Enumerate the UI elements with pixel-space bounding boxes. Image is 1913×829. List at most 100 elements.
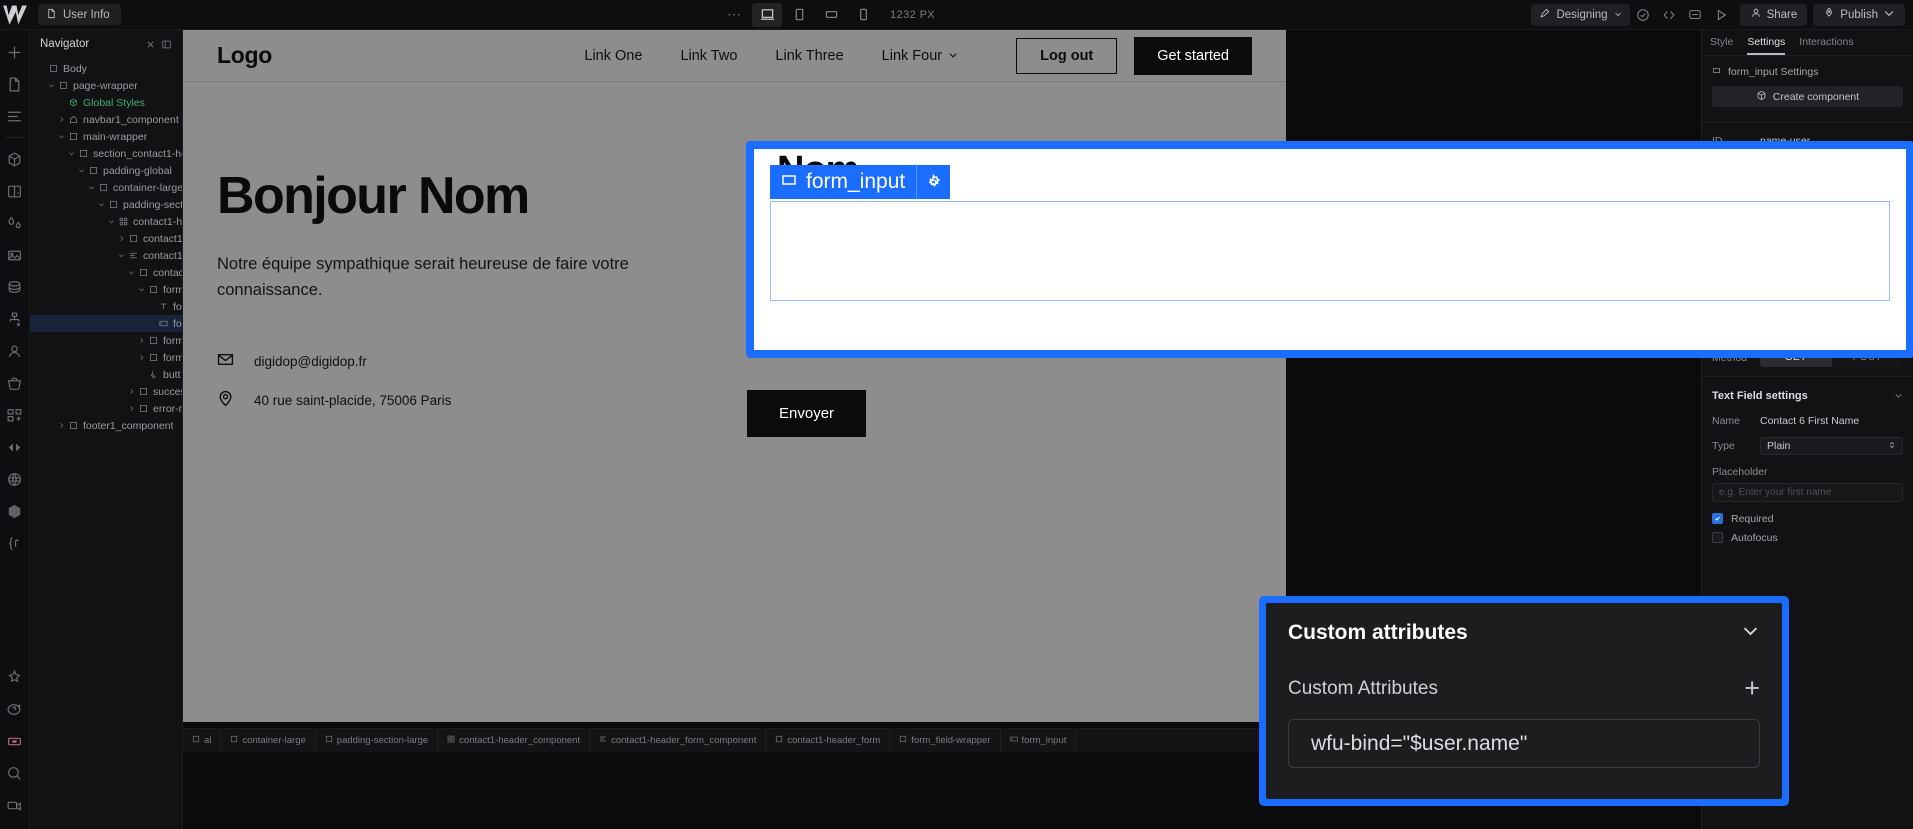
navigator-item-contact1-[interactable]: contact1- — [30, 247, 182, 264]
type-select[interactable]: Plain — [1760, 437, 1903, 455]
assets-icon[interactable] — [0, 239, 30, 271]
navigator-item-contact1-[interactable]: contact1- — [30, 230, 182, 247]
breakpoint-tablet[interactable] — [784, 3, 814, 27]
navigator-item-form[interactable]: form — [30, 349, 182, 366]
add-icon[interactable] — [0, 36, 30, 68]
logic-icon[interactable] — [0, 303, 30, 335]
chevron-down-icon[interactable] — [76, 165, 87, 176]
chevron-down-icon[interactable] — [56, 131, 67, 142]
webflow-logo-icon[interactable] — [0, 0, 38, 30]
navigator-item-page-wrapper[interactable]: page-wrapper — [30, 77, 182, 94]
navigator-item-body[interactable]: Body — [30, 60, 182, 77]
navigator-item-footer1-component[interactable]: footer1_component — [30, 417, 182, 434]
interactions-icon[interactable] — [0, 431, 30, 463]
users-icon[interactable] — [0, 335, 30, 367]
navigator-item-padding-sect[interactable]: padding-sect — [30, 196, 182, 213]
navigator-item-form[interactable]: form — [30, 281, 182, 298]
audit-check-icon[interactable] — [1630, 4, 1656, 26]
breadcrumb-item[interactable]: container-large — [221, 729, 316, 752]
breakpoint-mobile-portrait[interactable] — [848, 3, 878, 27]
localization-icon[interactable] — [0, 463, 30, 495]
site-logo[interactable]: Logo — [217, 42, 272, 69]
navigator-item-section-contact1-he[interactable]: section_contact1-he — [30, 145, 182, 162]
site-nav-link-2[interactable]: Link Two — [680, 48, 737, 64]
breakpoint-desktop[interactable] — [752, 2, 783, 27]
chevron-down-icon[interactable] — [66, 148, 77, 159]
navigator-item-main-wrapper[interactable]: main-wrapper — [30, 128, 182, 145]
variables-icon[interactable] — [0, 207, 30, 239]
tab-interactions[interactable]: Interactions — [1799, 36, 1853, 55]
library-icon[interactable] — [0, 495, 30, 527]
custom-attributes-header[interactable]: Custom attributes — [1288, 621, 1760, 645]
breakpoint-mobile-landscape[interactable] — [816, 3, 846, 27]
cms-icon[interactable] — [0, 271, 30, 303]
video-icon[interactable] — [0, 789, 30, 821]
custom-attribute-item[interactable]: wfu-bind="$user.name" — [1288, 719, 1760, 768]
navigator-item-navbar1-component[interactable]: navbar1_component — [30, 111, 182, 128]
required-checkbox-row[interactable]: Required — [1702, 509, 1913, 528]
share-button[interactable]: Share — [1739, 3, 1808, 26]
navigator-item-succes[interactable]: succes — [30, 383, 182, 400]
code-brace-icon[interactable] — [0, 527, 30, 559]
audit-search-icon[interactable] — [0, 757, 30, 789]
publish-button[interactable]: Publish — [1813, 3, 1905, 26]
chevron-down-icon[interactable] — [136, 284, 147, 295]
chevron-right-icon[interactable] — [116, 233, 127, 244]
chevron-right-icon[interactable] — [56, 420, 67, 431]
navigator-item-fo[interactable]: fo — [30, 298, 182, 315]
apps-icon[interactable] — [0, 399, 30, 431]
mode-selector[interactable]: Designing — [1531, 3, 1630, 26]
navigator-item-contact1-h[interactable]: contact1-h — [30, 213, 182, 230]
preview-play-icon[interactable] — [1708, 4, 1734, 26]
navigator-item-global-styles[interactable]: Global Styles — [30, 94, 182, 111]
navigator-item-fo[interactable]: fo — [30, 315, 182, 332]
navigator-item-padding-global[interactable]: padding-global — [30, 162, 182, 179]
autofocus-checkbox[interactable] — [1712, 532, 1723, 543]
comment-icon[interactable] — [1682, 4, 1708, 26]
required-checkbox[interactable] — [1712, 513, 1723, 524]
chevron-down-icon[interactable] — [46, 80, 57, 91]
chevron-right-icon[interactable] — [136, 335, 147, 346]
navigator-item-form[interactable]: form — [30, 332, 182, 349]
site-nav-link-1[interactable]: Link One — [584, 48, 642, 64]
page-tab-user-info[interactable]: User Info — [38, 4, 121, 25]
zoomed-name-input[interactable] — [770, 201, 1890, 301]
logout-button[interactable]: Log out — [1016, 37, 1118, 74]
breadcrumb-item[interactable]: padding-section-large — [316, 729, 439, 752]
breadcrumb-item[interactable]: contact1-header_form_component — [590, 729, 767, 752]
gear-icon[interactable] — [916, 165, 951, 199]
placeholder-input[interactable]: e.g. Enter your first name — [1712, 483, 1903, 502]
element-label-badge-main[interactable]: form_input — [770, 165, 917, 199]
video-tutorial-icon[interactable] — [0, 725, 30, 757]
ecommerce-icon[interactable] — [0, 367, 30, 399]
breadcrumb-item[interactable]: contact1-header_form — [766, 729, 891, 752]
autofocus-checkbox-row[interactable]: Autofocus — [1702, 528, 1913, 547]
chevron-down-icon[interactable] — [1741, 621, 1760, 645]
submit-button[interactable]: Envoyer — [747, 390, 867, 437]
plus-icon[interactable]: + — [1744, 675, 1760, 702]
site-nav-link-3[interactable]: Link Three — [775, 48, 843, 64]
navigator-item-contac[interactable]: contac — [30, 264, 182, 281]
chevron-right-icon[interactable] — [136, 352, 147, 363]
navigator-item-container-large[interactable]: container-large — [30, 179, 182, 196]
chevron-right-icon[interactable] — [56, 114, 67, 125]
chevron-right-icon[interactable] — [126, 403, 137, 414]
chevron-right-icon[interactable] — [126, 386, 137, 397]
ai-icon[interactable] — [0, 661, 30, 693]
variants-icon[interactable] — [0, 175, 30, 207]
site-nav-link-4[interactable]: Link Four — [882, 48, 958, 64]
more-options-icon[interactable]: ⋯ — [717, 6, 752, 23]
tab-style[interactable]: Style — [1710, 36, 1733, 55]
close-icon[interactable] — [142, 36, 158, 52]
help-icon[interactable] — [0, 693, 30, 725]
breadcrumb-item[interactable]: form_field-wrapper — [890, 729, 1001, 752]
chevron-down-icon[interactable] — [86, 182, 97, 193]
code-icon[interactable] — [1656, 4, 1682, 26]
get-started-button[interactable]: Get started — [1134, 36, 1252, 75]
components-icon[interactable] — [0, 143, 30, 175]
breadcrumb-item[interactable]: form_input — [1001, 729, 1077, 752]
panel-toggle-icon[interactable] — [158, 36, 174, 52]
chevron-down-icon[interactable] — [126, 267, 137, 278]
navigator-icon[interactable] — [0, 100, 30, 132]
chevron-down-icon[interactable] — [116, 250, 127, 261]
